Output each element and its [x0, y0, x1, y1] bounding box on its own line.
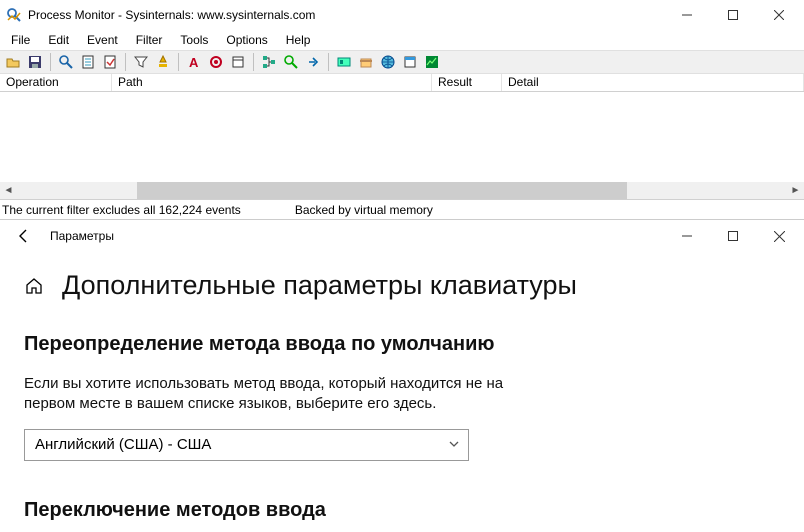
section-switch-heading: Переключение методов ввода [24, 499, 780, 522]
back-button[interactable] [12, 220, 36, 252]
close-button[interactable] [756, 0, 802, 30]
col-detail[interactable]: Detail [502, 74, 804, 91]
settings-header: Дополнительные параметры клавиатуры [24, 270, 780, 301]
procmon-window: Process Monitor - Sysinternals: www.sysi… [0, 0, 804, 220]
procmon-toolbar: A [0, 50, 804, 74]
procmon-column-headers: Operation Path Result Detail [0, 74, 804, 92]
page-title: Дополнительные параметры клавиатуры [62, 270, 577, 301]
procmon-title-text: Process Monitor - Sysinternals: www.sysi… [28, 8, 315, 22]
maximize-button[interactable] [710, 0, 756, 30]
filter-icon[interactable] [131, 52, 151, 72]
scroll-thumb[interactable] [137, 182, 627, 199]
minimize-button[interactable] [664, 220, 710, 252]
highlight-icon[interactable] [153, 52, 173, 72]
procmon-window-controls [664, 0, 802, 30]
menu-edit[interactable]: Edit [40, 31, 77, 49]
default-input-method-combo[interactable]: Английский (США) - США [24, 429, 469, 461]
settings-body: Дополнительные параметры клавиатуры Пере… [0, 252, 804, 532]
clear-icon[interactable] [100, 52, 120, 72]
settings-window-title: Параметры [50, 229, 114, 243]
toolbar-sep [50, 53, 51, 71]
exclude-icon[interactable] [206, 52, 226, 72]
col-path[interactable]: Path [112, 74, 432, 91]
process-icon[interactable] [400, 52, 420, 72]
file-icon[interactable] [356, 52, 376, 72]
menu-event[interactable]: Event [79, 31, 126, 49]
procmon-statusbar: The current filter excludes all 162,224 … [0, 199, 804, 219]
status-backing-store: Backed by virtual memory [293, 202, 441, 218]
include-icon[interactable]: A [184, 52, 204, 72]
close-button[interactable] [756, 220, 802, 252]
find-icon[interactable] [281, 52, 301, 72]
open-icon[interactable] [3, 52, 23, 72]
toolbar-sep [178, 53, 179, 71]
minimize-button[interactable] [664, 0, 710, 30]
procmon-menubar: File Edit Event Filter Tools Options Hel… [0, 30, 804, 50]
procmon-app-icon [6, 7, 22, 23]
col-result[interactable]: Result [432, 74, 502, 91]
scroll-track[interactable] [17, 182, 787, 199]
menu-tools[interactable]: Tools [172, 31, 216, 49]
combo-selected-value: Английский (США) - США [35, 436, 211, 453]
menu-file[interactable]: File [3, 31, 38, 49]
tree-icon[interactable] [259, 52, 279, 72]
col-operation[interactable]: Operation [0, 74, 112, 91]
toolbar-sep [253, 53, 254, 71]
registry-icon[interactable] [334, 52, 354, 72]
scroll-right-icon[interactable]: ► [787, 182, 804, 199]
network-icon[interactable] [378, 52, 398, 72]
jump-icon[interactable] [303, 52, 323, 72]
scroll-left-icon[interactable]: ◄ [0, 182, 17, 199]
procmon-titlebar: Process Monitor - Sysinternals: www.sysi… [0, 0, 804, 30]
autoscroll-icon[interactable] [78, 52, 98, 72]
settings-titlebar: Параметры [0, 220, 804, 252]
maximize-button[interactable] [710, 220, 756, 252]
status-filter-count: The current filter excludes all 162,224 … [0, 202, 249, 218]
menu-filter[interactable]: Filter [128, 31, 171, 49]
section-override-desc: Если вы хотите использовать метод ввода,… [24, 374, 504, 415]
section-override-heading: Переопределение метода ввода по умолчани… [24, 333, 780, 356]
home-icon[interactable] [24, 276, 44, 296]
procmon-event-list[interactable] [0, 92, 804, 182]
reset-icon[interactable] [228, 52, 248, 72]
capture-icon[interactable] [56, 52, 76, 72]
chevron-down-icon [448, 437, 460, 453]
settings-window: Параметры Дополнительные параметры клави… [0, 220, 804, 532]
menu-options[interactable]: Options [218, 31, 275, 49]
profiling-icon[interactable] [422, 52, 442, 72]
procmon-hscrollbar[interactable]: ◄ ► [0, 182, 804, 199]
svg-text:A: A [189, 55, 199, 69]
toolbar-sep [328, 53, 329, 71]
menu-help[interactable]: Help [278, 31, 319, 49]
toolbar-sep [125, 53, 126, 71]
save-icon[interactable] [25, 52, 45, 72]
